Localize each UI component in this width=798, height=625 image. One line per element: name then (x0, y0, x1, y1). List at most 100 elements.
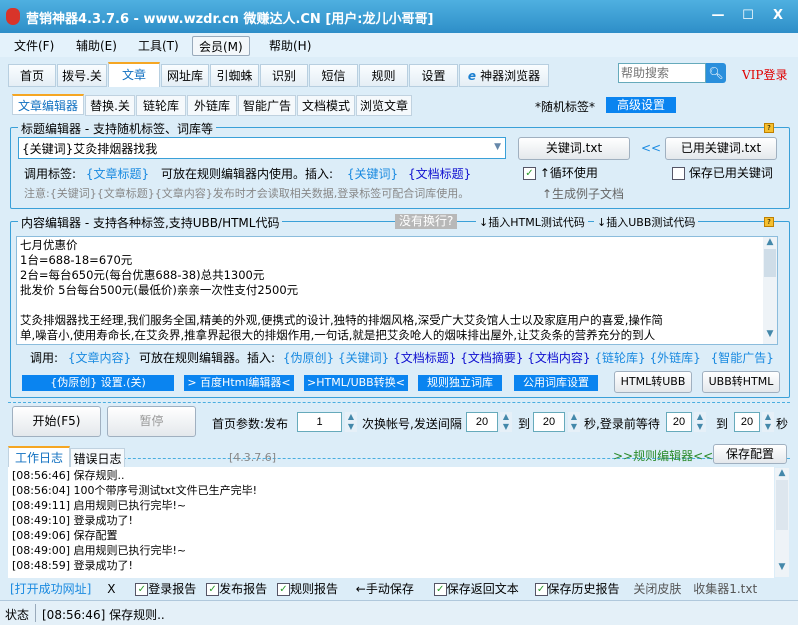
used-keywords-txt-button[interactable]: 已用关键词.txt (665, 137, 777, 160)
insert-ubb-test-code[interactable]: ↓插入UBB测试代码 (594, 214, 699, 230)
menu-file[interactable]: 文件(F) (8, 36, 60, 56)
ubb-to-html-button[interactable]: UBB转HTML (702, 371, 780, 393)
title-combobox[interactable]: {关键词}艾灸排烟器找我 ▼ (18, 137, 506, 159)
insert-doc-title[interactable]: {文档标题} (408, 167, 471, 181)
work-log[interactable]: [08:56:46] 保存规则.. [08:56:04] 100个带序号测试tx… (8, 467, 774, 578)
rule-editor-link[interactable]: >>规则编辑器<< (613, 447, 713, 464)
save-return-text-checkbox[interactable]: ✓ 保存返回文本 (433, 582, 519, 596)
tab-article[interactable]: 文章 (108, 62, 160, 87)
publish-count-input[interactable] (297, 412, 342, 432)
menu-member[interactable]: 会员(M) (192, 36, 250, 56)
save-used-keywords-checkbox[interactable]: 保存已用关键词 (672, 164, 773, 181)
rule-word-library-button[interactable]: 规则独立词库 (418, 375, 502, 391)
publish-report-checkbox[interactable]: ✓ 发布报告 (206, 582, 267, 596)
loop-use-checkbox[interactable]: ✓ ↑循环使用 (523, 164, 598, 181)
content-line (20, 298, 774, 313)
html-ubb-convert-button[interactable]: >HTML/UBB转换< (304, 375, 408, 391)
content-textarea[interactable]: 七月优惠价 1台=688-18=670元 2台=每台650元(每台优惠688-3… (16, 236, 778, 345)
tab-work-log[interactable]: 工作日志 (8, 446, 70, 468)
menu-tools[interactable]: 工具(T) (132, 36, 185, 56)
html-to-ubb-button[interactable]: HTML转UBB (614, 371, 692, 393)
insert-doc-content[interactable]: {文档内容} (527, 351, 590, 365)
minimize-button[interactable]: — (704, 6, 732, 26)
insert-external-links[interactable]: {外链库} (650, 351, 701, 365)
wait-max-input[interactable] (734, 412, 760, 432)
insert-link-wheel[interactable]: {链轮库} (594, 351, 645, 365)
interval-max-spinner[interactable]: ▲ ▼ (568, 412, 580, 432)
tag-article-title[interactable]: {文章标题} (86, 167, 149, 181)
subtab-replace[interactable]: 替换.关 (85, 95, 135, 116)
subtab-link-wheel[interactable]: 链轮库 (136, 95, 186, 116)
subtab-article-editor[interactable]: 文章编辑器 (12, 94, 84, 115)
save-config-button[interactable]: 保存配置 (713, 444, 787, 464)
help-icon[interactable]: ? (764, 123, 774, 133)
vip-login-link[interactable]: VIP登录 (742, 66, 787, 83)
scroll-down-icon[interactable]: ▼ (763, 329, 777, 339)
close-button[interactable]: X (764, 6, 792, 26)
subtab-smart-ads[interactable]: 智能广告 (238, 95, 296, 116)
tab-recognize[interactable]: 识别 (260, 64, 308, 87)
random-tag-label[interactable]: *随机标签* (535, 98, 595, 115)
scroll-down-icon[interactable]: ▼ (775, 562, 789, 572)
scroll-up-icon[interactable]: ▲ (775, 468, 789, 478)
insert-doc-summary[interactable]: {文档摘要} (460, 351, 523, 365)
no-newline-button[interactable]: 没有换行? (395, 214, 458, 229)
content-scrollbar[interactable]: ▲ ▼ (763, 237, 777, 344)
wait-max-spinner[interactable]: ▲ ▼ (762, 412, 774, 432)
tab-sms[interactable]: 短信 (309, 64, 358, 87)
interval-max-input[interactable] (533, 412, 565, 432)
public-word-library-button[interactable]: 公用词库设置 (514, 375, 598, 391)
publish-count-spinner[interactable]: ▲ ▼ (345, 412, 357, 432)
menu-help[interactable]: 帮助(H) (263, 36, 317, 56)
subtab-doc-mode[interactable]: 文档模式 (297, 95, 355, 116)
insert-keyword[interactable]: {关键词} (338, 351, 389, 365)
transfer-arrows[interactable]: << (641, 141, 661, 155)
wait-min-spinner[interactable]: ▲ ▼ (694, 412, 706, 432)
menu-assist[interactable]: 辅助(E) (70, 36, 123, 56)
save-history-checkbox[interactable]: ✓ 保存历史报告 (534, 582, 620, 596)
tab-spider[interactable]: 引蜘蛛 (210, 64, 259, 87)
insert-keyword[interactable]: {关键词} (347, 167, 398, 181)
scroll-up-icon[interactable]: ▲ (763, 237, 777, 247)
help-icon[interactable]: ? (764, 217, 774, 227)
help-search-input[interactable] (618, 63, 706, 83)
open-success-url-link[interactable]: [打开成功网址] (10, 582, 91, 596)
close-skin-link[interactable]: 关闭皮肤 (633, 582, 681, 596)
chevron-down-icon[interactable]: ▼ (494, 142, 501, 152)
insert-smart-ads[interactable]: {智能广告} (711, 351, 774, 365)
tab-browser[interactable]: e 神器浏览器 (459, 64, 549, 87)
tab-dial[interactable]: 拨号.关 (57, 64, 107, 87)
advanced-settings-button[interactable]: 高级设置 (606, 97, 676, 113)
insert-html-test-code[interactable]: ↓插入HTML测试代码 (476, 214, 588, 230)
insert-doc-title[interactable]: {文档标题} (393, 351, 456, 365)
collector-link[interactable]: 收集器1.txt (693, 582, 757, 596)
log-scrollbar[interactable]: ▲ ▼ (775, 468, 789, 577)
manual-save-link[interactable]: ←手动保存 (356, 582, 414, 596)
maximize-button[interactable]: ☐ (734, 6, 762, 26)
tab-url-library[interactable]: 网址库 (161, 64, 209, 87)
pause-button[interactable]: 暂停 (107, 406, 196, 437)
tab-settings[interactable]: 设置 (409, 64, 458, 87)
keywords-txt-button[interactable]: 关键词.txt (518, 137, 630, 160)
rule-report-checkbox[interactable]: ✓ 规则报告 (276, 582, 338, 596)
tag-article-content[interactable]: {文章内容} (68, 351, 131, 365)
interval-min-spinner[interactable]: ▲ ▼ (500, 412, 512, 432)
pseudo-original-settings-button[interactable]: {伪原创} 设置.(关) (22, 375, 174, 391)
tab-error-log[interactable]: 错误日志 (70, 448, 125, 468)
generate-sample-docs-link[interactable]: ↑生成例子文档 (542, 185, 624, 202)
scroll-thumb[interactable] (776, 480, 788, 530)
clear-button[interactable]: X (107, 582, 115, 596)
subtab-browse-article[interactable]: 浏览文章 (356, 95, 412, 116)
wait-min-input[interactable] (666, 412, 692, 432)
tab-rules[interactable]: 规则 (359, 64, 408, 87)
search-icon[interactable]: 🔍︎ (706, 63, 726, 83)
subtab-external-links[interactable]: 外链库 (187, 95, 237, 116)
login-report-checkbox[interactable]: ✓ 登录报告 (135, 582, 196, 596)
scroll-thumb[interactable] (764, 249, 776, 277)
baidu-html-editor-button[interactable]: > 百度Html编辑器< (184, 375, 294, 391)
start-button[interactable]: 开始(F5) (12, 406, 101, 437)
insert-pseudo-original[interactable]: {伪原创} (283, 351, 334, 365)
title-note: 注意:{关键词}{文章标题}{文章内容}发布时才会读取相关数据,登录标签可配合词… (24, 187, 470, 200)
tab-home[interactable]: 首页 (8, 64, 56, 87)
interval-min-input[interactable] (466, 412, 498, 432)
